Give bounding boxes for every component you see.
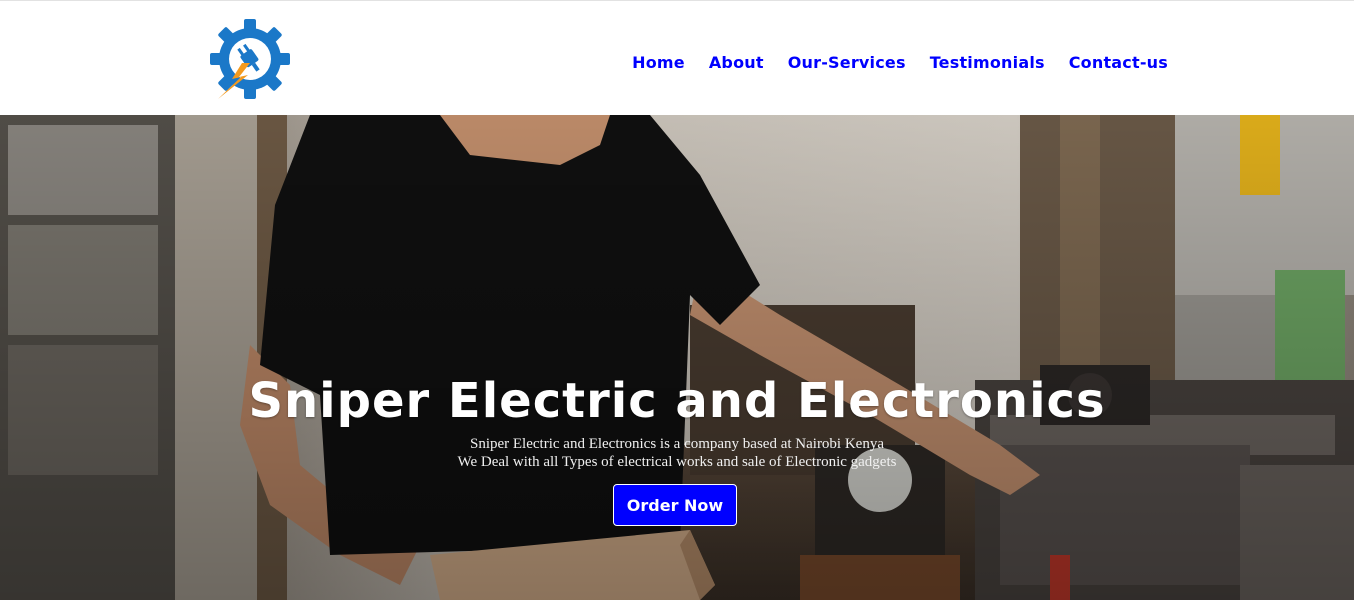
nav-contact-link[interactable]: Contact-us — [1069, 53, 1168, 72]
hero-background-image — [0, 115, 1354, 600]
main-nav: Home About Our-Services Testimonials Con… — [632, 53, 1168, 72]
hero-title: Sniper Electric and Electronics — [248, 373, 1106, 429]
hero-banner: Sniper Electric and Electronics Sniper E… — [0, 115, 1354, 600]
nav-testimonials-link[interactable]: Testimonials — [930, 53, 1045, 72]
order-now-button[interactable]: Order Now — [613, 484, 737, 526]
company-logo-icon[interactable] — [208, 17, 292, 101]
site-header: Home About Our-Services Testimonials Con… — [0, 1, 1354, 115]
nav-services-link[interactable]: Our-Services — [788, 53, 906, 72]
hero-subtitle-line2: We Deal with all Types of electrical wor… — [457, 454, 897, 470]
nav-home-link[interactable]: Home — [632, 53, 685, 72]
nav-about-link[interactable]: About — [709, 53, 764, 72]
hero-subtitle-line1: Sniper Electric and Electronics is a com… — [469, 436, 885, 452]
